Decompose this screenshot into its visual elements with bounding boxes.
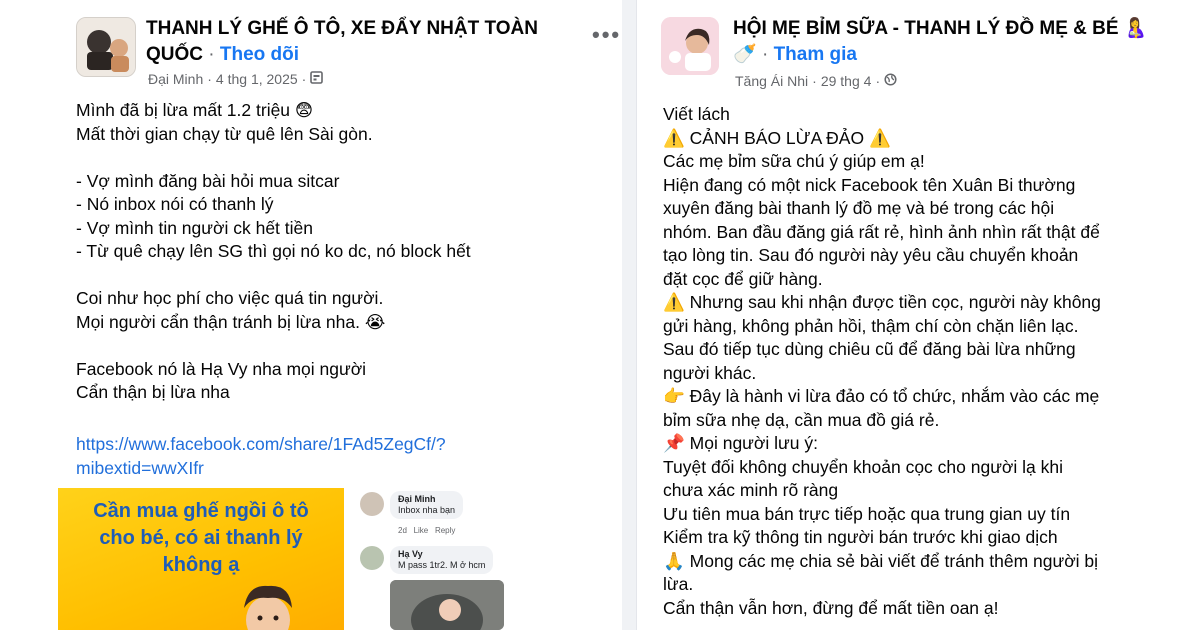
comment-time: 2d [398,526,407,535]
post-text-line: ⚠️ Nhưng sau khi nhận được tiền cọc, ngư… [663,292,1101,312]
post-meta: Đại Minh · 4 thg 1, 2025 · [148,71,324,87]
post-body: Viết lách ⚠️ CẢNH BÁO LỪA ĐẢO ⚠️ Các mẹ bỉ… [663,103,1193,620]
promo-text: Cần mua ghế ngồi ô tô cho bé, có ai than… [58,498,344,579]
more-options-icon[interactable]: ••• [592,22,621,48]
post-text-line: - Từ quê chạy lên SG thì gọi nó ko dc, n… [76,241,471,261]
privacy-icon [310,71,324,87]
comment-like-button[interactable]: Like [414,526,429,535]
post-text-line: Mình đã bị lừa mất 1.2 triệu 😨 [76,100,314,120]
group-avatar[interactable] [661,17,719,75]
post-text-line: gửi hàng, không phản hồi, thậm chí còn c… [663,315,1079,336]
comment-bubble: Đại Minh Inbox nha bạn [390,491,464,519]
link-line-1[interactable]: https://www.facebook.com/share/1FAd5ZegC… [76,433,446,457]
attached-image-promo[interactable]: Cần mua ghế ngồi ô tô cho bé, có ai than… [58,488,344,630]
post-text-line: nhóm. Ban đầu đăng giá rất rẻ, hình ảnh … [663,221,1100,242]
group-name[interactable]: HỘI MẸ BỈM SỮA - THANH LÝ ĐỒ MẸ & BÉ 🤱 🍼… [733,16,1183,68]
cartoon-avatar-illustration [244,585,292,630]
promo-line-1: Cần mua ghế ngồi ô tô [93,500,309,522]
post-date[interactable]: 29 thg 4 [821,73,872,89]
comment-text: Inbox nha bạn [398,505,456,515]
post-text-line: Cẩn thận vẫn hơn, đừng để mất tiền oan ạ… [663,597,999,618]
post-text-line: Cẩn thận bị lừa nha [76,382,230,402]
globe-icon [884,73,897,89]
shared-link[interactable]: https://www.facebook.com/share/1FAd5ZegC… [76,433,446,480]
comment-reply-button[interactable]: Reply [435,526,455,535]
post-text-line: Viết lách [663,104,730,124]
post-date[interactable]: 4 thg 1, 2025 [216,71,298,87]
post-text-line: Hiện đang có một nick Facebook tên Xuân … [663,174,1076,195]
post-text-line: - Nó inbox nói có thanh lý [76,194,274,214]
separator: · [756,44,774,65]
post-text-line: Các mẹ bỉm sữa chú ý giúp em ạ! [663,151,925,171]
meta-separator: · [875,73,881,89]
post-text-line: Kiểm tra kỹ thông tin người bán trước kh… [663,527,1058,547]
group-name[interactable]: THANH LÝ GHẾ Ô TÔ, XE ĐẨY NHẬT TOÀN QUỐC… [146,16,566,68]
comment-bubble: Hạ Vy M pass 1tr2. M ở hcm [390,546,494,574]
group-name-line-1[interactable]: HỘI MẸ BỈM SỮA - THANH LÝ ĐỒ MẸ & BÉ 🤱 [733,16,1183,42]
post-text-line [76,146,616,170]
post-text-line: 👉 Đây là hành vi lừa đảo có tổ chức, nhắ… [663,386,1100,406]
post-text-line: tạo lòng tin. Sau đó người này yêu cầu c… [663,245,1079,265]
comment-actions: 2d Like Reply [398,526,455,535]
post-text-line: - Vợ mình đăng bài hỏi mua sitcar [76,170,340,191]
commenter-avatar [360,492,384,516]
promo-line-3: không ạ [162,554,240,576]
comment-text: M pass 1tr2. M ở hcm [398,560,486,570]
post-text-line: Facebook nó là Hạ Vy nha mọi người [76,358,367,379]
post-text-line [76,405,616,429]
post-text-line: lừa. [663,574,694,594]
car-seat-photo [390,580,504,630]
right-post: HỘI MẸ BỈM SỮA - THANH LÝ ĐỒ MẸ & BÉ 🤱 🍼… [636,0,1200,630]
group-name-line-2[interactable]: QUỐC [146,44,203,65]
commenter-name: Hạ Vy [398,549,423,559]
group-name-line-1[interactable]: THANH LÝ GHẾ Ô TÔ, XE ĐẨY NHẬT TOÀN [146,16,566,42]
author-name[interactable]: Tăng Ái Nhi [735,73,808,89]
author-name[interactable]: Đại Minh [148,71,203,87]
follow-button[interactable]: Theo dõi [220,44,299,65]
post-text-line: 🙏 Mong các mẹ chia sẻ bài viết để tránh … [663,550,1099,571]
join-button[interactable]: Tham gia [774,44,857,65]
post-text-line: Mất thời gian chạy từ quê lên Sài gòn. [76,123,373,144]
group-avatar[interactable] [76,17,136,77]
post-text-line: chưa xác minh rõ ràng [663,480,839,500]
meta-separator: · [301,71,307,87]
post-text-line: Tuyệt đối không chuyển khoản cọc cho ngư… [663,456,1064,477]
meta-separator: · [207,71,212,87]
post-meta: Tăng Ái Nhi · 29 thg 4 · [735,73,897,89]
commenter-avatar [360,546,384,570]
post-text-line: Ưu tiên mua bán trực tiếp hoặc qua trung… [663,503,1071,524]
left-post: THANH LÝ GHẾ Ô TÔ, XE ĐẨY NHẬT TOÀN QUỐC… [0,0,622,630]
post-text-line: - Vợ mình tin người ck hết tiền [76,217,313,238]
promo-line-2: cho bé, có ai thanh lý [99,527,303,549]
post-text-line: Coi như học phí cho việc quá tin người. [76,288,384,308]
post-text-line: Mọi người cẩn thận tránh bị lừa nha. 😭 [76,311,386,332]
post-text-line: ⚠️ CẢNH BÁO LỪA ĐẢO ⚠️ [663,127,891,148]
meta-separator: · [812,73,817,89]
link-line-2[interactable]: mibextid=wwXIfr [76,457,446,481]
post-text-line: bỉm sữa nhẹ dạ, cần mua đồ giá rẻ. [663,409,940,430]
post-text-line [76,264,616,288]
post-body: Mình đã bị lừa mất 1.2 triệu 😨 Mất thời g… [76,99,616,428]
post-text-line: 📌 Mọi người lưu ý: [663,433,818,453]
post-text-line [76,334,616,358]
bottle-emoji: 🍼 [733,44,757,65]
post-text-line: đặt cọc để giữ hàng. [663,268,823,289]
panel-divider [622,0,636,630]
commenter-name: Đại Minh [398,494,436,504]
attached-image-comments[interactable]: Đại Minh Inbox nha bạn 2d Like Reply Hạ … [352,488,622,630]
post-text-line: Sau đó tiếp tục dùng chiêu cũ để đăng bà… [663,339,1076,359]
post-text-line: người khác. [663,362,757,383]
post-text-line: xuyên đăng bài thanh lý đồ mẹ và bé tron… [663,198,1055,218]
separator: · [203,44,220,65]
